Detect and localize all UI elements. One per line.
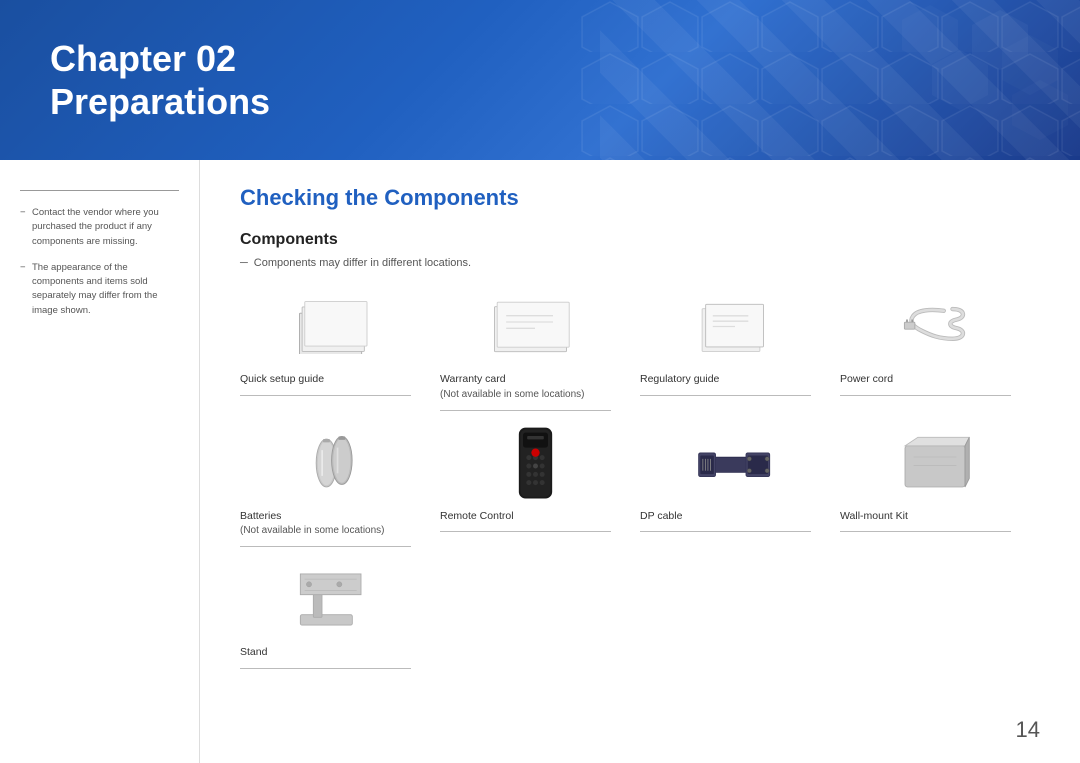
subsection-title: Components (240, 231, 1040, 249)
content-area: Checking the Components Components Compo… (200, 160, 1080, 763)
regulatory-guide-image (640, 289, 830, 364)
header-banner: Chapter 02 Preparations (0, 0, 1080, 160)
power-cord-image (840, 289, 1030, 364)
batteries-image (240, 426, 430, 501)
stand-image (240, 562, 430, 637)
chapter-title: Preparations (50, 80, 270, 123)
component-wall-mount-kit: Wall-mount Kit (840, 426, 1040, 563)
chapter-number: Chapter 02 (50, 37, 270, 80)
dp-cable-label: DP cable (640, 509, 811, 533)
header-text: Chapter 02 Preparations (50, 37, 270, 123)
wall-mount-label: Wall-mount Kit (840, 509, 1011, 533)
warranty-label: Warranty card (Not available in some loc… (440, 372, 611, 411)
component-regulatory-guide: Regulatory guide (640, 289, 840, 426)
wall-mount-kit-image (840, 426, 1030, 501)
quick-setup-label: Quick setup guide (240, 372, 411, 396)
component-warranty-card: Warranty card (Not available in some loc… (440, 289, 640, 426)
sidebar: Contact the vendor where you purchased t… (0, 160, 200, 763)
remote-label: Remote Control (440, 509, 611, 533)
components-note: Components may differ in different locat… (240, 257, 1040, 269)
component-quick-setup-guide: Quick setup guide (240, 289, 440, 426)
sidebar-note-2: The appearance of the components and ite… (20, 261, 179, 318)
component-stand: Stand (240, 562, 440, 684)
sidebar-note-1: Contact the vendor where you purchased t… (20, 206, 179, 249)
dp-cable-image (640, 426, 830, 501)
section-title: Checking the Components (240, 185, 1040, 211)
regulatory-label: Regulatory guide (640, 372, 811, 396)
components-grid: Quick setup guide Warranty card (No (240, 289, 1040, 684)
main-content: Contact the vendor where you purchased t… (0, 160, 1080, 763)
component-remote-control: Remote Control (440, 426, 640, 563)
component-power-cord: Power cord (840, 289, 1040, 426)
power-cord-label: Power cord (840, 372, 1011, 396)
remote-control-image (440, 426, 630, 501)
batteries-label: Batteries (Not available in some locatio… (240, 509, 411, 548)
stand-label: Stand (240, 645, 411, 669)
quick-setup-guide-image (240, 289, 430, 364)
page-number: 14 (1016, 717, 1040, 743)
sidebar-divider (20, 190, 179, 191)
component-dp-cable: DP cable (640, 426, 840, 563)
component-batteries: Batteries (Not available in some locatio… (240, 426, 440, 563)
warranty-card-image (440, 289, 630, 364)
